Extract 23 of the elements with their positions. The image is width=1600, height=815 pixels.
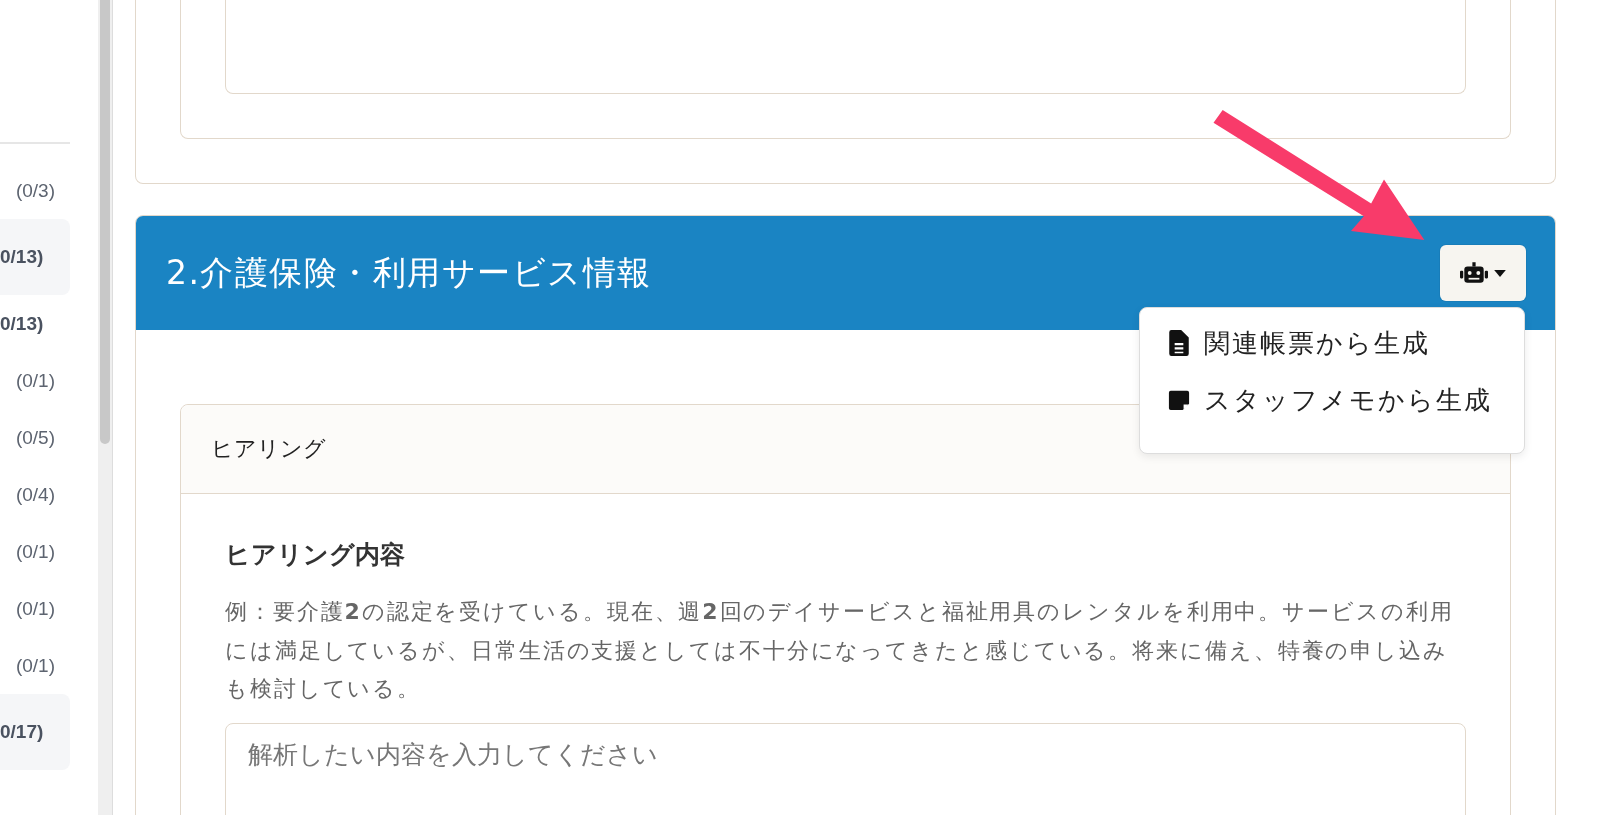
sidebar-item[interactable]: (0/1) xyxy=(0,523,70,580)
scrollbar-thumb[interactable] xyxy=(100,0,110,444)
sidebar-item[interactable]: (0/4) xyxy=(0,466,70,523)
sidebar-item[interactable]: 0/13) xyxy=(0,295,70,352)
input-field[interactable]: 解析したい内容を入力してください xyxy=(225,722,1466,815)
sidebar-item[interactable]: (0/1) xyxy=(0,637,70,694)
caret-icon xyxy=(1494,269,1506,277)
sidebar-item[interactable]: (0/1) xyxy=(0,352,70,409)
card-header: ヒアリング xyxy=(211,435,326,463)
menu-item[interactable]: 関連帳票から生成 xyxy=(1168,322,1524,364)
menu-item[interactable]: スタッフメモから生成 xyxy=(1168,379,1524,421)
sidebar-item[interactable]: (0/3) xyxy=(0,162,70,219)
section-title: 2.介護保険・利用サービス情報 xyxy=(166,251,652,294)
document-icon xyxy=(1168,330,1190,356)
sidebar-item[interactable]: 0/13) xyxy=(0,219,70,295)
ai-dropdown-button[interactable] xyxy=(1440,245,1526,301)
sidebar-item[interactable]: 0/17) xyxy=(0,694,70,770)
field-label: ヒアリング内容 xyxy=(225,539,406,571)
robot-icon xyxy=(1460,262,1488,284)
scrollbar[interactable] xyxy=(98,0,113,815)
sidebar-item[interactable]: (0/5) xyxy=(0,409,70,466)
text-area[interactable] xyxy=(225,0,1466,94)
sidebar-item[interactable]: (0/1) xyxy=(0,580,70,637)
